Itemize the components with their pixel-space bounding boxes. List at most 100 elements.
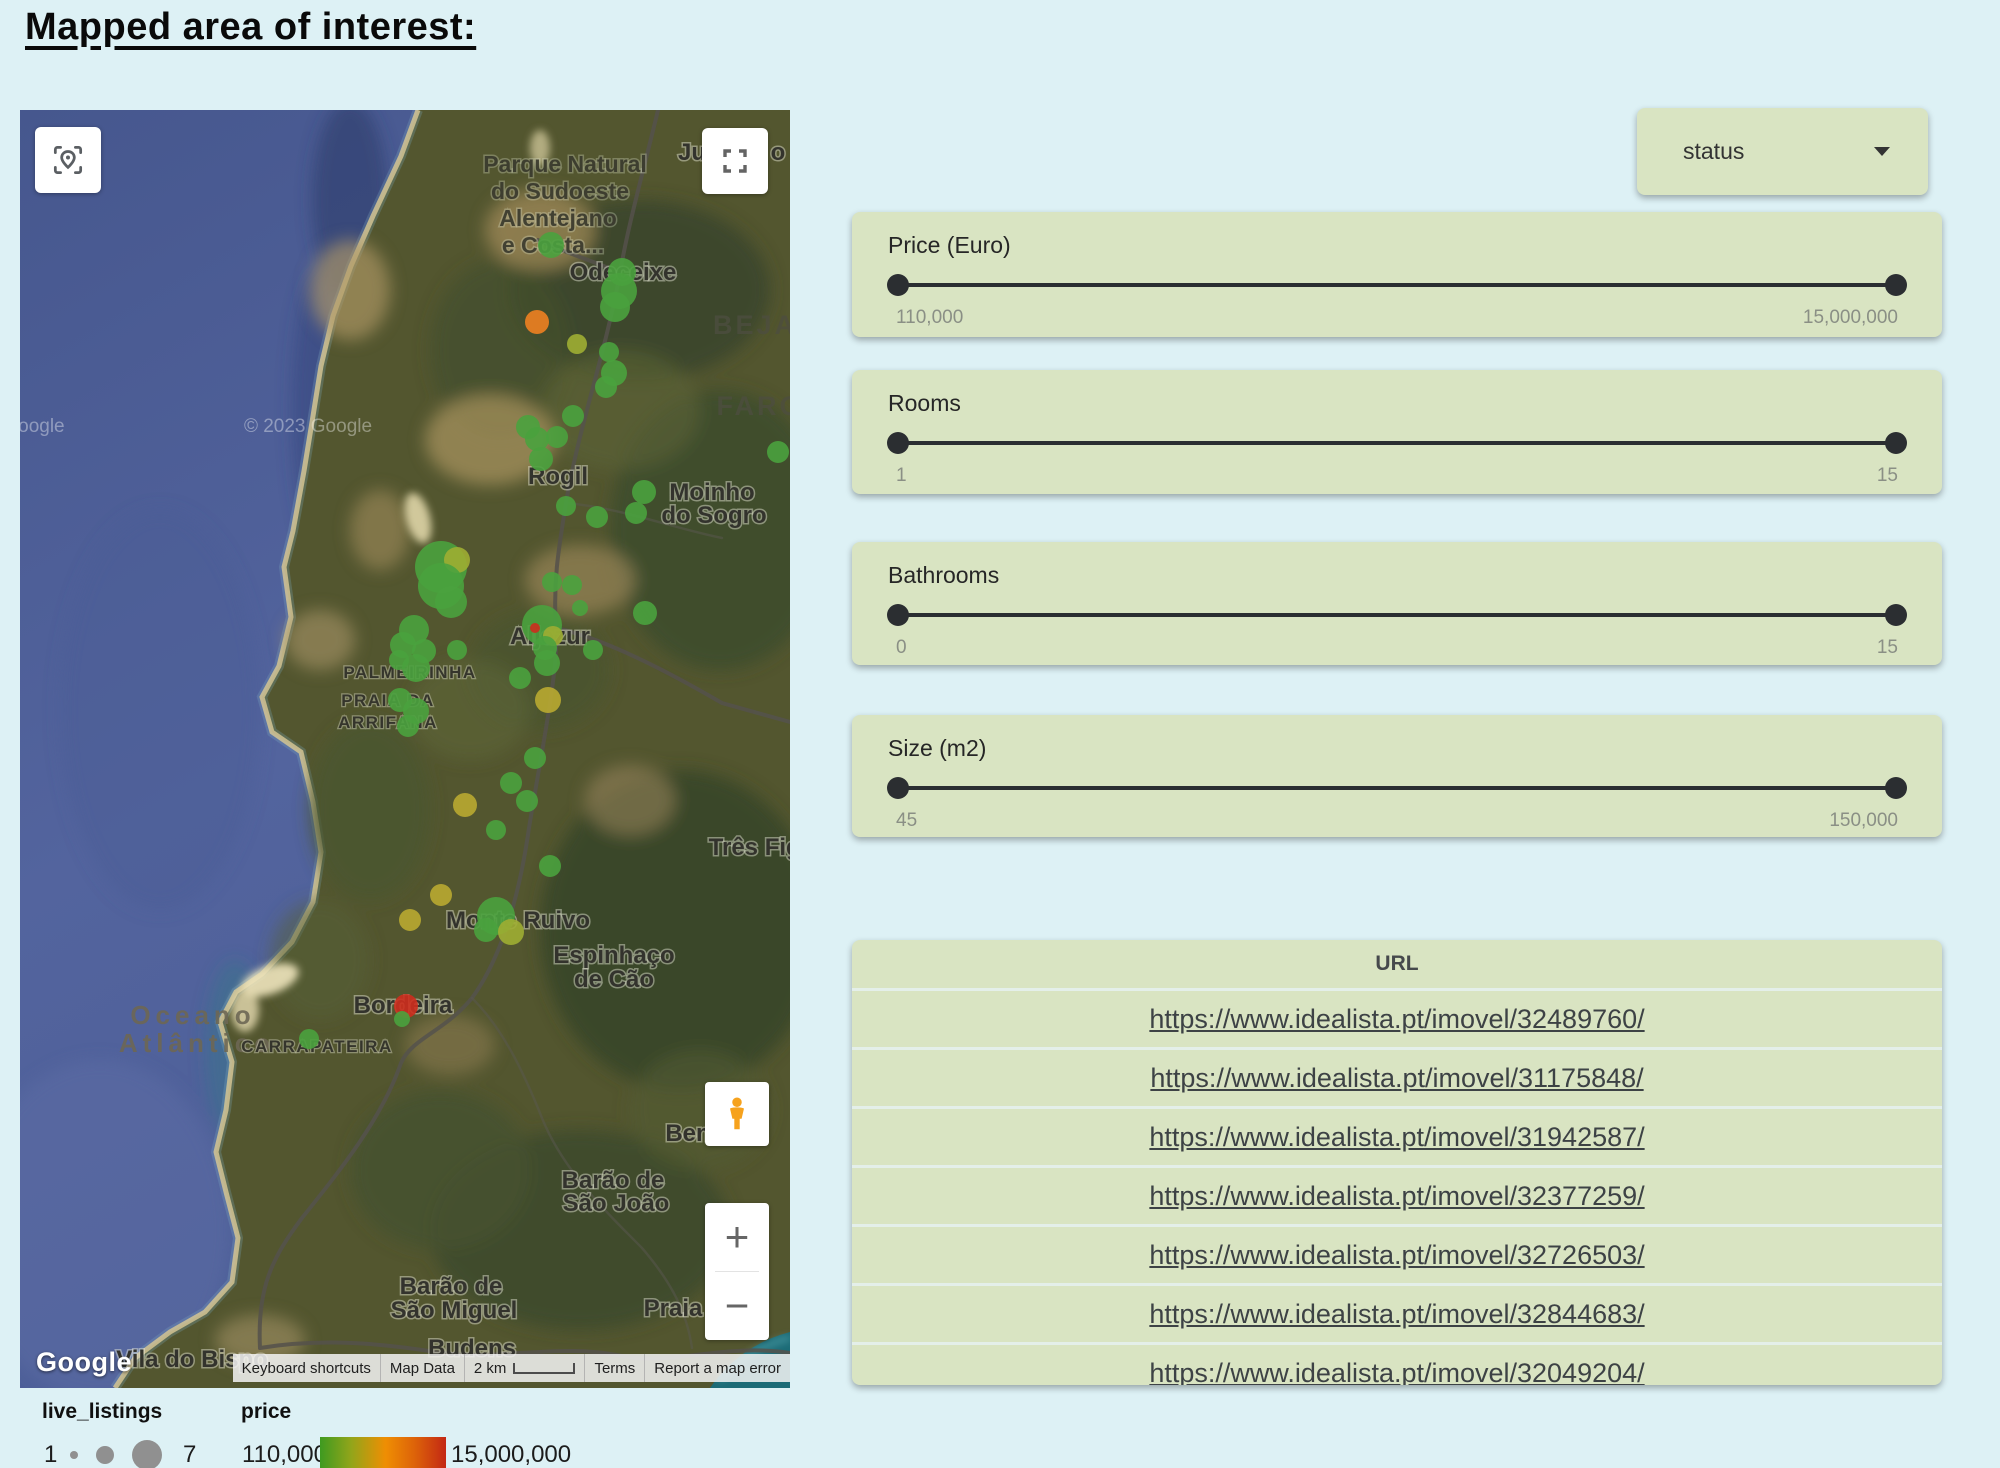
- url-link[interactable]: https://www.idealista.pt/imovel/32726503…: [1149, 1240, 1644, 1271]
- listing-marker[interactable]: [500, 772, 522, 794]
- url-link[interactable]: https://www.idealista.pt/imovel/32489760…: [1149, 1004, 1644, 1035]
- legend-price-max: 15,000,000: [451, 1441, 571, 1468]
- slider-max-label: 15: [1877, 637, 1898, 659]
- listing-marker[interactable]: [633, 601, 657, 625]
- keyboard-shortcuts-link[interactable]: Keyboard shortcuts: [233, 1354, 380, 1382]
- listing-marker[interactable]: [399, 909, 421, 931]
- size-slider-handle-min[interactable]: [887, 777, 909, 799]
- table-row: https://www.idealista.pt/imovel/31942587…: [852, 1106, 1942, 1165]
- listing-marker[interactable]: [430, 884, 452, 906]
- table-row: https://www.idealista.pt/imovel/32726503…: [852, 1224, 1942, 1283]
- google-logo[interactable]: Google: [36, 1347, 132, 1378]
- url-link[interactable]: https://www.idealista.pt/imovel/32844683…: [1149, 1299, 1644, 1330]
- zoom-out-button[interactable]: −: [705, 1272, 769, 1340]
- url-link[interactable]: https://www.idealista.pt/imovel/31175848…: [1150, 1063, 1643, 1094]
- slider-max-label: 15,000,000: [1803, 307, 1898, 329]
- listing-marker[interactable]: [599, 342, 619, 362]
- listing-marker[interactable]: [534, 650, 560, 676]
- slider-title: Bathrooms: [888, 562, 999, 589]
- listing-marker[interactable]: [447, 640, 467, 660]
- price-slider-handle-min[interactable]: [887, 274, 909, 296]
- listing-marker[interactable]: [394, 1011, 410, 1027]
- slider-min-label: 0: [896, 637, 907, 659]
- bathrooms-slider-handle-max[interactable]: [1885, 604, 1907, 626]
- map-label: São Miguel: [391, 1297, 518, 1324]
- listing-marker[interactable]: [567, 334, 587, 354]
- listing-marker[interactable]: [524, 747, 546, 769]
- legend-price-label: price: [241, 1400, 291, 1424]
- slider-max-label: 150,000: [1829, 810, 1898, 832]
- listing-marker[interactable]: [299, 1029, 319, 1049]
- listing-marker[interactable]: [498, 919, 524, 945]
- price-filter-card: Price (Euro) 110,000 15,000,000: [852, 212, 1942, 337]
- listing-marker[interactable]: [509, 667, 531, 689]
- status-dropdown[interactable]: status: [1637, 108, 1928, 195]
- legend-size-min: 1: [44, 1441, 57, 1468]
- listing-marker[interactable]: [583, 640, 603, 660]
- map-label: do Sogro: [661, 502, 766, 529]
- slider-max-label: 15: [1877, 465, 1898, 487]
- map-label: Ben: [665, 1120, 710, 1147]
- rooms-slider-handle-min[interactable]: [887, 432, 909, 454]
- listing-marker[interactable]: [525, 427, 549, 451]
- size-slider-handle-max[interactable]: [1885, 777, 1907, 799]
- map-label: o: [771, 139, 786, 166]
- draw-area-button[interactable]: [35, 127, 101, 193]
- listing-marker[interactable]: [397, 715, 419, 737]
- listing-marker[interactable]: [435, 586, 467, 618]
- legend-size-max: 7: [183, 1441, 196, 1468]
- url-link[interactable]: https://www.idealista.pt/imovel/32049204…: [1149, 1358, 1644, 1386]
- listing-marker[interactable]: [453, 793, 477, 817]
- listing-marker[interactable]: [572, 600, 588, 616]
- listing-marker[interactable]: [486, 820, 506, 840]
- listing-marker[interactable]: [538, 232, 564, 258]
- listing-marker[interactable]: [516, 790, 538, 812]
- pegman-icon: [718, 1095, 756, 1133]
- listing-marker[interactable]: [542, 572, 562, 592]
- terms-link[interactable]: Terms: [584, 1354, 644, 1382]
- rooms-slider-track[interactable]: [898, 441, 1896, 445]
- zoom-in-button[interactable]: +: [705, 1203, 769, 1271]
- listing-marker[interactable]: [539, 855, 561, 877]
- table-row: https://www.idealista.pt/imovel/32049204…: [852, 1342, 1942, 1385]
- legend-circle-medium: [96, 1446, 114, 1464]
- listing-marker[interactable]: [556, 496, 576, 516]
- pegman-button[interactable]: [705, 1082, 769, 1146]
- map-label: de Cão: [574, 966, 654, 993]
- listing-marker[interactable]: [600, 292, 630, 322]
- listing-marker[interactable]: [529, 447, 553, 471]
- map-label: Praia: [644, 1295, 703, 1322]
- satellite-map-canvas: Parque Naturaldo SudoesteAlentejanoe Cos…: [20, 110, 790, 1388]
- listing-marker[interactable]: [530, 623, 540, 633]
- listing-marker[interactable]: [562, 405, 584, 427]
- slider-min-label: 1: [896, 465, 907, 487]
- listing-marker[interactable]: [389, 650, 409, 670]
- listing-marker[interactable]: [474, 918, 498, 942]
- listing-marker[interactable]: [625, 502, 647, 524]
- bathrooms-slider-track[interactable]: [898, 613, 1896, 617]
- listing-marker[interactable]: [546, 426, 568, 448]
- slider-min-label: 45: [896, 810, 917, 832]
- fullscreen-button[interactable]: [702, 128, 768, 194]
- rooms-slider-handle-max[interactable]: [1885, 432, 1907, 454]
- map[interactable]: Parque Naturaldo SudoesteAlentejanoe Cos…: [20, 110, 790, 1388]
- url-link[interactable]: https://www.idealista.pt/imovel/31942587…: [1149, 1122, 1644, 1153]
- page-title: Mapped area of interest:: [25, 6, 476, 49]
- url-link[interactable]: https://www.idealista.pt/imovel/32377259…: [1149, 1181, 1644, 1212]
- price-slider-track[interactable]: [898, 283, 1896, 287]
- url-table-header: URL: [852, 940, 1942, 988]
- report-map-error-link[interactable]: Report a map error: [644, 1354, 790, 1382]
- listing-marker[interactable]: [562, 575, 582, 595]
- listing-marker[interactable]: [595, 376, 617, 398]
- listing-marker[interactable]: [767, 441, 789, 463]
- legend-size-label: live_listings: [42, 1400, 162, 1424]
- price-slider-handle-max[interactable]: [1885, 274, 1907, 296]
- listing-marker[interactable]: [586, 506, 608, 528]
- map-data-link[interactable]: Map Data: [380, 1354, 464, 1382]
- listing-marker[interactable]: [535, 687, 561, 713]
- listing-marker[interactable]: [632, 480, 656, 504]
- map-label: São João: [563, 1190, 670, 1217]
- listing-marker[interactable]: [525, 310, 549, 334]
- size-slider-track[interactable]: [898, 786, 1896, 790]
- bathrooms-slider-handle-min[interactable]: [887, 604, 909, 626]
